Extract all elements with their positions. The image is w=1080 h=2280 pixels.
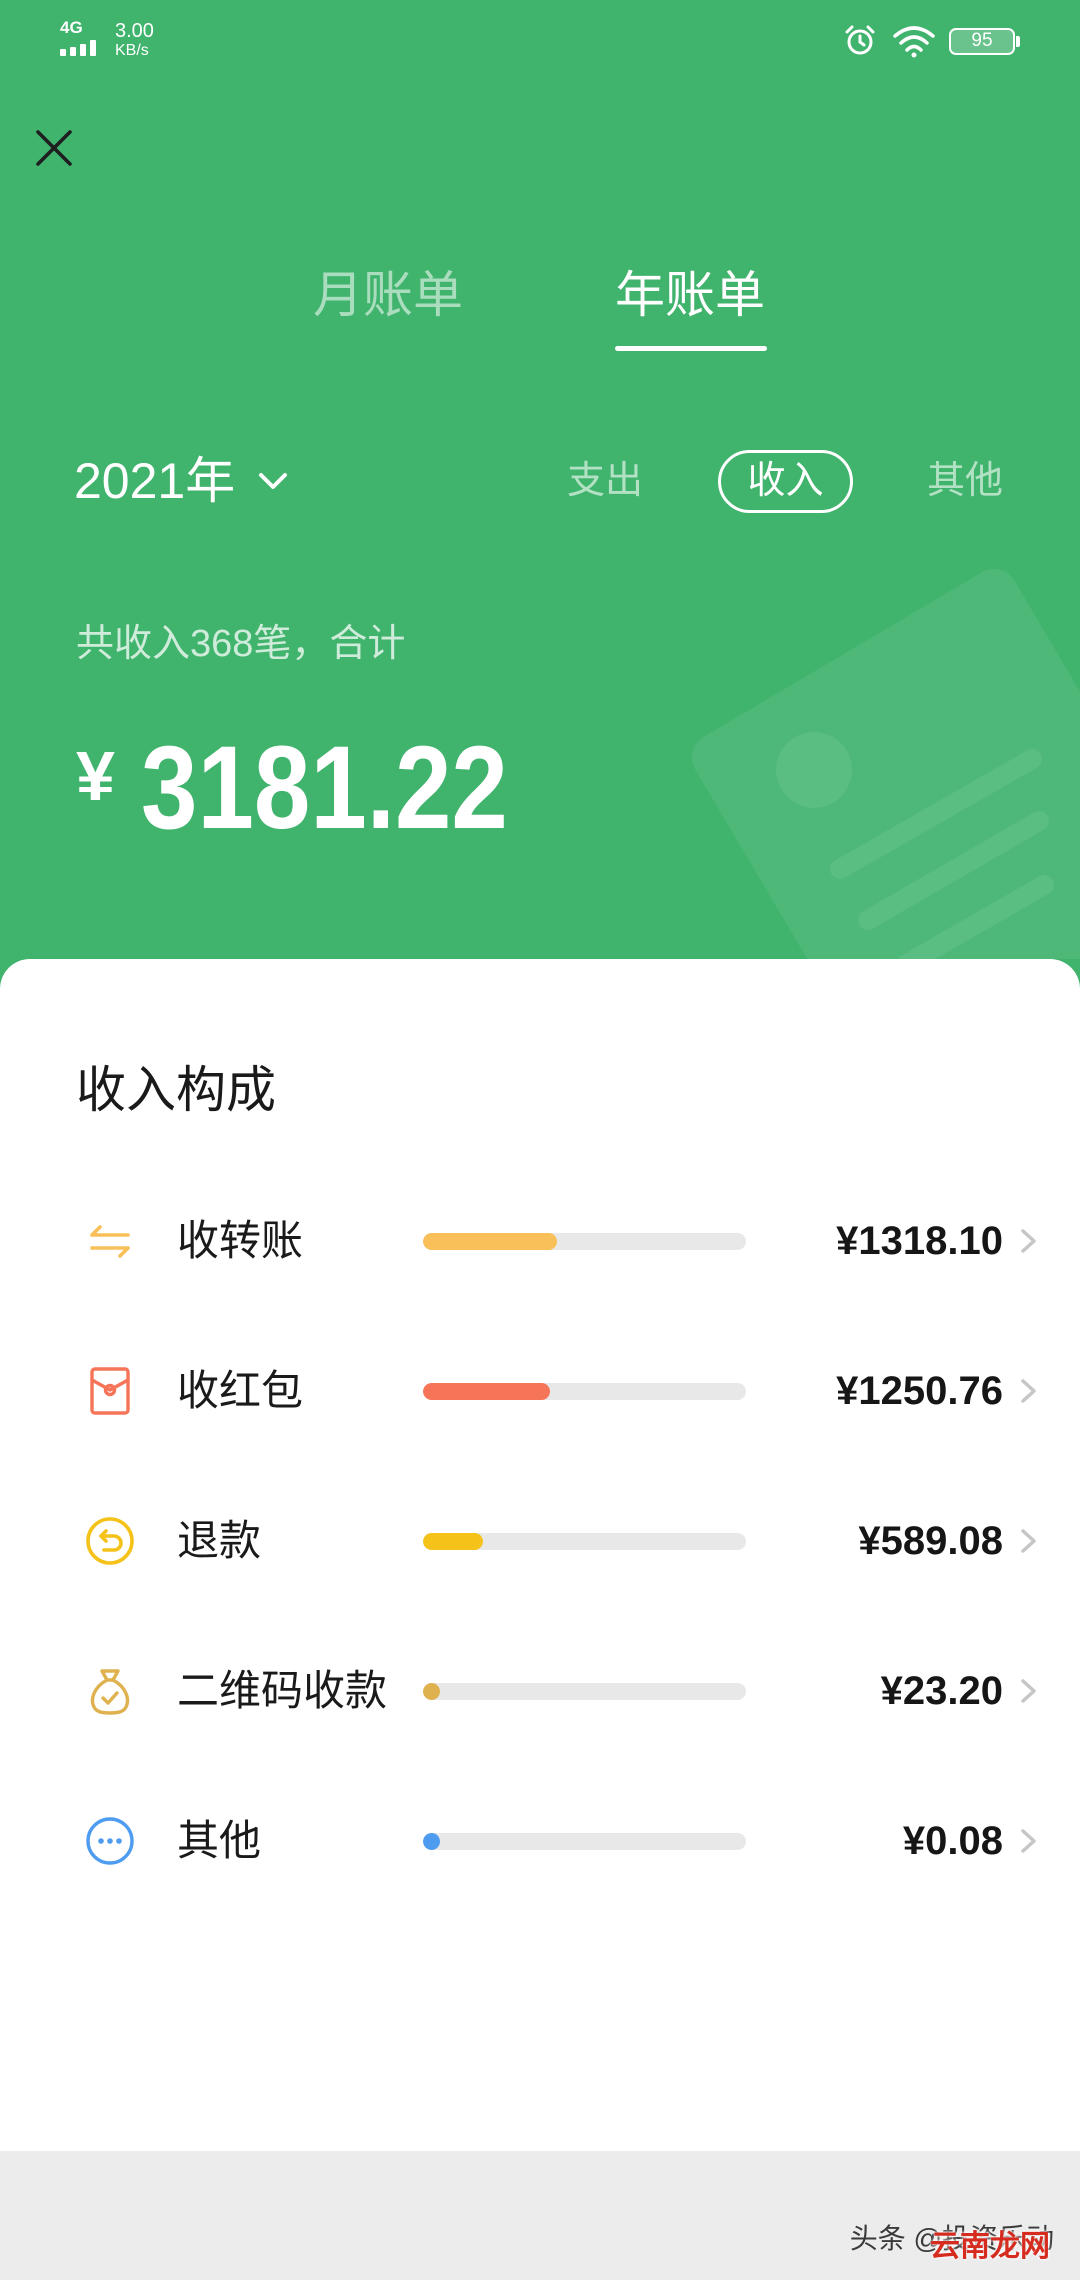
income-item-label: 二维码收款 [177,1667,388,1714]
wifi-icon [891,24,937,58]
share-bar [423,1383,746,1400]
card-title: 收入构成 [76,1062,276,1118]
transfer-icon [82,1213,138,1269]
share-bar [423,1233,746,1250]
total-amount: 3181.22 [141,722,508,854]
battery-tip [1016,36,1020,47]
chevron-down-icon [257,471,289,491]
income-item-qr-code[interactable]: 二维码收款 ¥23.20 [0,1616,1080,1766]
signal-bar [70,47,76,56]
share-bar-fill [423,1833,440,1850]
share-bar-fill [423,1683,440,1700]
share-bar-fill [423,1233,557,1250]
share-bar [423,1533,746,1550]
year-label: 2021年 [74,453,236,509]
income-item-other[interactable]: 其他 ¥0.08 [0,1766,1080,1916]
chevron-right-icon [1018,1526,1040,1556]
chevron-right-icon [1018,1826,1040,1856]
year-selector[interactable]: 2021年 [74,451,289,511]
income-item-transfer[interactable]: 收转账 ¥1318.10 [0,1166,1080,1316]
tab-yearly-bill[interactable]: 年账单 [590,265,790,325]
active-tab-indicator [615,346,767,351]
income-item-refund[interactable]: 退款 ¥589.08 [0,1466,1080,1616]
share-bar [423,1833,746,1850]
more-icon [82,1813,138,1869]
income-item-amount: ¥23.20 [880,1669,1003,1713]
filter-income[interactable]: 收入 [718,450,853,513]
share-bar [423,1683,746,1700]
red-packet-icon [82,1363,138,1419]
refund-icon [82,1513,138,1569]
currency-symbol: ¥ [76,737,115,815]
income-item-amount: ¥1318.10 [836,1219,1003,1263]
money-bag-icon [82,1663,138,1719]
income-item-label: 其他 [177,1817,262,1864]
alarm-icon [843,23,877,57]
filter-expense[interactable]: 支出 [545,451,665,511]
share-bar-fill [423,1383,550,1400]
income-item-label: 退款 [177,1517,262,1564]
signal-icon [60,40,104,56]
network-speed: 3.00 [115,20,154,42]
income-breakdown-card: 收入构成 收转账 ¥1318.10 收红包 ¥1250.76 退款 ¥589.0… [0,959,1080,2151]
chevron-right-icon [1018,1676,1040,1706]
signal-bar [60,49,66,56]
tab-monthly-bill[interactable]: 月账单 [288,265,488,325]
income-item-amount: ¥589.08 [858,1519,1003,1563]
income-item-label: 收转账 [177,1217,304,1264]
income-item-amount: ¥1250.76 [836,1369,1003,1413]
watermark-overlay: 云南龙网 [930,2230,1050,2263]
income-item-red-packet[interactable]: 收红包 ¥1250.76 [0,1316,1080,1466]
close-icon[interactable] [35,129,73,167]
share-bar-fill [423,1533,483,1550]
chevron-right-icon [1018,1376,1040,1406]
summary-caption: 共收入368笔，合计 [76,623,406,665]
filter-other[interactable]: 其他 [905,451,1025,511]
signal-bar [80,44,86,56]
network-type: 4G [60,18,83,37]
network-speed-unit: KB/s [115,42,149,59]
footer-area: 头条 @投资乐动 云南龙网 [0,2151,1080,2280]
chevron-right-icon [1018,1226,1040,1256]
signal-bar [90,40,96,56]
income-item-label: 收红包 [177,1367,304,1414]
income-item-amount: ¥0.08 [902,1819,1003,1863]
battery-icon: 95 [949,28,1015,55]
